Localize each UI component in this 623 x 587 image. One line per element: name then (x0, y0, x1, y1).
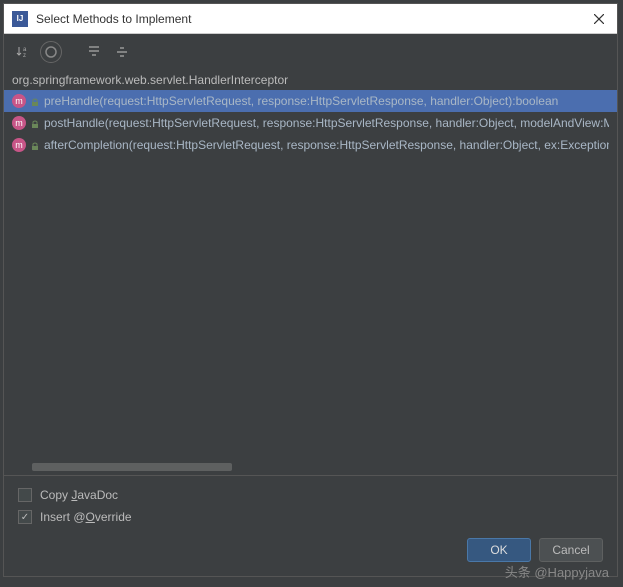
horizontal-scrollbar[interactable] (12, 461, 609, 473)
method-item[interactable]: afterCompletion(request:HttpServletReque… (4, 134, 617, 156)
toolbar: az (4, 34, 617, 70)
sort-alpha-icon: az (16, 44, 32, 60)
expand-all-icon (87, 45, 101, 59)
show-inherited-button[interactable] (40, 41, 62, 63)
lock-icon (30, 96, 40, 106)
close-icon (594, 14, 604, 24)
method-icon (12, 94, 26, 108)
checkbox-label: Copy JavaDoc (40, 488, 118, 502)
bottom-panel: Copy JavaDoc Insert @Override OK Cancel (4, 475, 617, 576)
collapse-all-button[interactable] (110, 40, 134, 64)
copy-javadoc-checkbox[interactable]: Copy JavaDoc (18, 484, 603, 506)
scrollbar-thumb[interactable] (32, 463, 232, 471)
ok-button[interactable]: OK (467, 538, 531, 562)
titlebar: Select Methods to Implement (4, 4, 617, 34)
method-item[interactable]: postHandle(request:HttpServletRequest, r… (4, 112, 617, 134)
lock-icon (30, 140, 40, 150)
method-icon (12, 116, 26, 130)
dialog-title: Select Methods to Implement (36, 12, 589, 26)
dialog-window: Select Methods to Implement az org.sprin… (3, 3, 618, 577)
sort-alpha-button[interactable]: az (12, 40, 36, 64)
expand-all-button[interactable] (82, 40, 106, 64)
method-list[interactable]: preHandle(request:HttpServletRequest, re… (4, 90, 617, 461)
method-signature: preHandle(request:HttpServletRequest, re… (44, 94, 558, 108)
circle-icon (44, 45, 58, 59)
collapse-all-icon (115, 45, 129, 59)
insert-override-checkbox[interactable]: Insert @Override (18, 506, 603, 528)
method-signature: postHandle(request:HttpServletRequest, r… (44, 116, 609, 130)
method-signature: afterCompletion(request:HttpServletReque… (44, 138, 609, 152)
method-icon (12, 138, 26, 152)
close-button[interactable] (589, 9, 609, 29)
cancel-button[interactable]: Cancel (539, 538, 603, 562)
lock-icon (30, 118, 40, 128)
app-icon (12, 11, 28, 27)
checkbox-label: Insert @Override (40, 510, 132, 524)
checkbox-box[interactable] (18, 488, 32, 502)
checkbox-box[interactable] (18, 510, 32, 524)
class-name-label: org.springframework.web.servlet.HandlerI… (4, 70, 617, 90)
svg-text:z: z (23, 53, 26, 59)
method-item[interactable]: preHandle(request:HttpServletRequest, re… (4, 90, 617, 112)
button-row: OK Cancel (18, 538, 603, 562)
